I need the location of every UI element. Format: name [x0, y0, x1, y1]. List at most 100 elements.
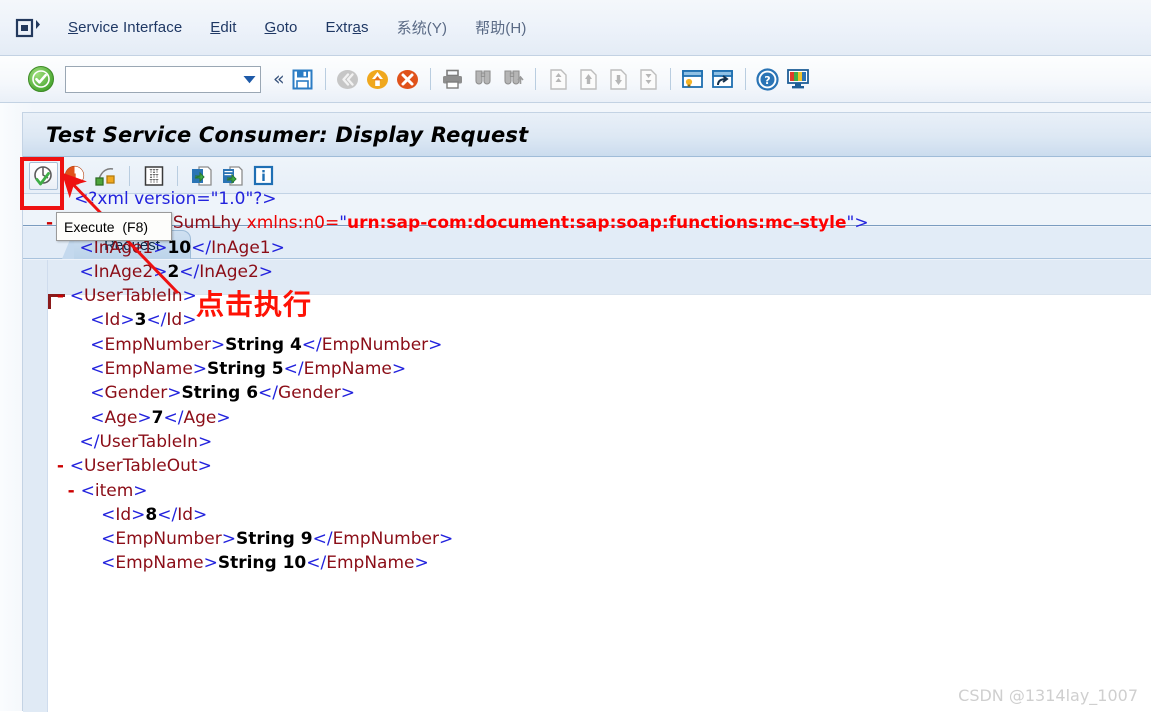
xml-token: InAge2 — [199, 261, 259, 282]
execute-icon[interactable] — [29, 161, 58, 190]
xml-token: Id — [115, 504, 132, 525]
xml-token: 8 — [145, 504, 158, 525]
xml-line: <Age>7</Age> — [46, 406, 1136, 430]
xml-token: < — [80, 480, 95, 501]
next-page-icon[interactable] — [604, 65, 632, 93]
xml-line: - <UserTableOut> — [46, 454, 1136, 478]
xml-token: </ — [258, 383, 279, 404]
xml-token: String 9 — [235, 529, 313, 550]
xml-collapse-toggle[interactable]: - — [57, 286, 70, 306]
xml-collapse-toggle[interactable]: - — [57, 456, 70, 476]
create-shortcut-icon[interactable] — [709, 65, 737, 93]
xml-token: <?xml version="1.0"?> — [74, 189, 277, 209]
customize-layout-icon[interactable] — [784, 65, 812, 93]
xml-token: Gender — [104, 383, 168, 404]
xml-collapse-toggle[interactable]: - — [68, 481, 81, 501]
xml-toggle-spacer — [78, 359, 90, 379]
xml-toggle-spacer — [78, 383, 90, 403]
xml-token: String 4 — [225, 334, 302, 355]
xml-token: Gender — [278, 383, 341, 404]
menu-item-help[interactable]: 帮助(H) — [461, 14, 540, 41]
xml-token: </ — [163, 407, 184, 428]
xml-token: < — [69, 286, 85, 307]
execute-tooltip-label: Execute (F8) — [64, 218, 149, 235]
trace-icon[interactable] — [91, 162, 120, 190]
collapse-toolbar-button[interactable]: « — [270, 69, 288, 89]
previous-page-icon[interactable] — [574, 65, 602, 93]
xml-line: <Gender>String 6</Gender> — [46, 381, 1136, 405]
xml-token: </ — [146, 310, 167, 331]
xml-token: > — [391, 359, 407, 380]
xml-token: Age — [104, 407, 138, 428]
menu-label-service-interface: ervice Interface — [78, 19, 183, 36]
xml-token: </ — [179, 261, 200, 282]
back-icon[interactable] — [334, 65, 362, 93]
xml-token: < — [69, 456, 85, 477]
table-grid-icon[interactable]: TIT ITT TTT — [139, 162, 168, 190]
xml-line: - <n0:ZTestRfcSumLhy xmlns:n0="urn:sap-c… — [46, 211, 1136, 235]
xml-token: > — [270, 237, 285, 258]
xml-token: < — [79, 261, 94, 282]
xml-token: </ — [301, 334, 322, 355]
xml-token: Age — [183, 407, 217, 428]
information-icon[interactable] — [249, 162, 278, 190]
xml-token: > — [854, 213, 869, 234]
xml-token: < — [90, 359, 105, 380]
status-circle-icon[interactable] — [60, 162, 89, 190]
xml-toggle-spacer — [68, 262, 80, 282]
xml-token: < — [101, 529, 116, 550]
chevron-down-icon[interactable] — [238, 67, 260, 92]
xml-line: - <item> — [46, 479, 1136, 503]
xml-token: > — [192, 359, 208, 380]
print-icon[interactable] — [439, 65, 467, 93]
xml-toggle-spacer — [68, 432, 80, 452]
content-left-rail — [23, 260, 48, 712]
xml-toggle-spacer — [89, 553, 101, 573]
xml-toggle-spacer — [78, 310, 90, 330]
export-document-icon[interactable] — [218, 162, 247, 190]
menu-bar: Service Interface Edit Goto Extras 系统(Y)… — [0, 0, 1151, 56]
xml-token: > — [258, 261, 274, 282]
find-next-icon[interactable] — [499, 65, 527, 93]
xml-token: String 6 — [181, 383, 259, 404]
menu-item-service-interface[interactable]: Service Interface — [54, 16, 196, 39]
xml-token: > — [438, 529, 454, 550]
last-page-icon[interactable] — [634, 65, 662, 93]
xml-token: > — [203, 553, 218, 574]
xml-token: EmpNumber — [104, 334, 211, 355]
xml-token: EmpNumber — [332, 529, 439, 550]
command-field[interactable] — [65, 65, 261, 93]
save-icon[interactable] — [289, 65, 317, 93]
exit-icon[interactable] — [364, 65, 392, 93]
menu-item-edit[interactable]: Edit — [196, 16, 250, 39]
first-page-icon[interactable] — [544, 65, 572, 93]
xml-token: > — [193, 504, 208, 525]
toolbar-separator — [177, 165, 178, 186]
toolbar-separator — [534, 68, 536, 90]
help-icon[interactable]: ? — [754, 65, 782, 93]
toolbar-separator — [429, 68, 431, 90]
menu-item-system[interactable]: 系统(Y) — [383, 14, 462, 41]
create-session-icon[interactable] — [679, 65, 707, 93]
xml-line: </UserTableIn> — [46, 430, 1136, 454]
xml-token: > — [428, 334, 443, 355]
xml-token: UserTableIn — [84, 286, 183, 307]
xml-line: <Id>8</Id> — [46, 503, 1136, 527]
find-icon[interactable] — [469, 65, 497, 93]
cancel-icon[interactable] — [394, 65, 422, 93]
menu-label-system: 系统(Y) — [396, 20, 448, 37]
exit-window-icon[interactable] — [14, 15, 42, 41]
xml-token: > — [133, 480, 148, 501]
xml-token: InAge1 — [211, 237, 271, 258]
xml-document[interactable]: <?xml version="1.0"?>- <n0:ZTestRfcSumLh… — [46, 187, 1136, 576]
enter-check-button[interactable] — [28, 66, 54, 92]
xml-token: " — [339, 213, 348, 234]
xml-token: </ — [283, 359, 304, 380]
menu-item-goto[interactable]: Goto — [251, 16, 312, 39]
xml-line: <?xml version="1.0"?> — [46, 187, 1136, 211]
xml-token: 3 — [134, 310, 147, 331]
menu-label-goto: oto — [276, 19, 298, 36]
menu-item-extras[interactable]: Extras — [311, 16, 382, 39]
import-document-icon[interactable] — [187, 162, 216, 190]
toolbar-separator — [324, 68, 326, 90]
